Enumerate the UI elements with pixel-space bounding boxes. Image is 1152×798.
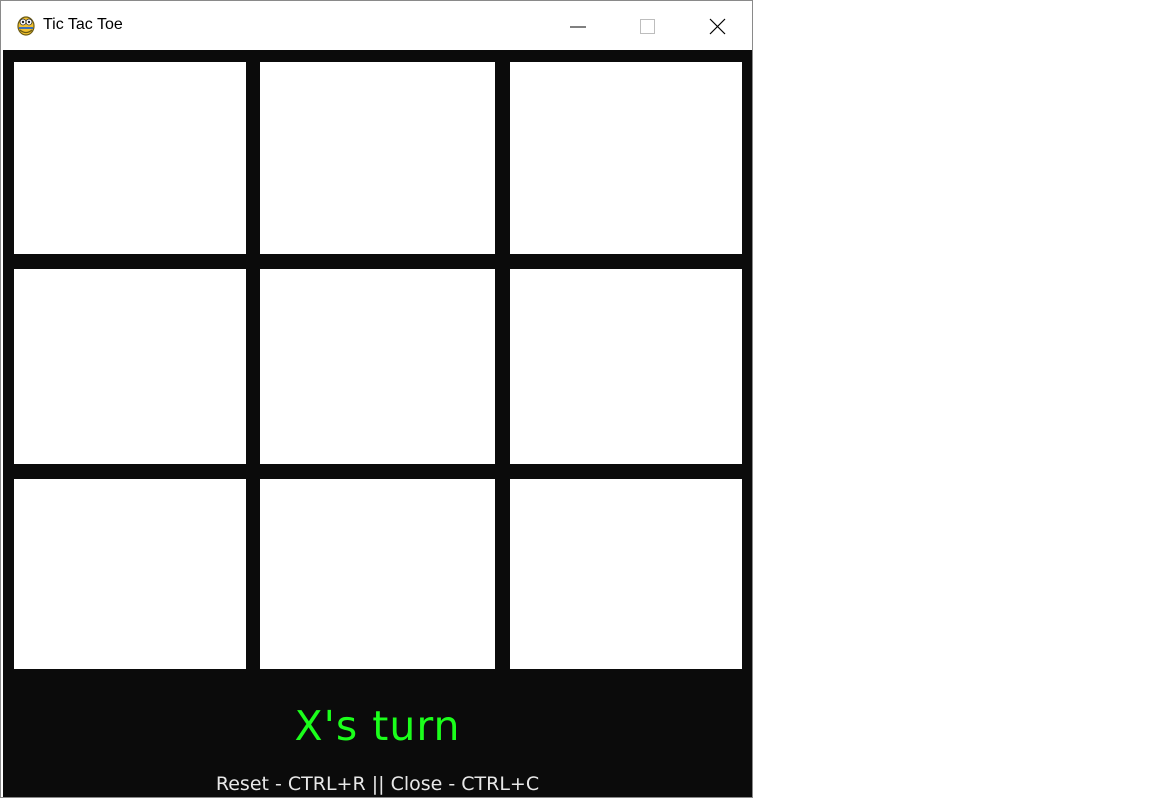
board-cell-1-0[interactable] <box>14 269 246 464</box>
board-cell-2-1[interactable] <box>260 479 495 669</box>
maximize-button[interactable] <box>623 1 669 50</box>
board-cell-1-2[interactable] <box>510 269 742 464</box>
board-cell-2-0[interactable] <box>14 479 246 669</box>
board-cell-0-1[interactable] <box>260 62 495 254</box>
controls-hint: Reset - CTRL+R || Close - CTRL+C <box>215 773 540 795</box>
board-cell-1-1[interactable] <box>260 269 495 464</box>
title-bar[interactable]: Tic Tac Toe <box>1 1 752 50</box>
minimize-button[interactable] <box>554 1 600 50</box>
app-window: Tic Tac Toe X's turn Reset - CTRL+R || C… <box>0 0 753 798</box>
window-title: Tic Tac Toe <box>43 16 123 33</box>
game-surface: X's turn Reset - CTRL+R || Close - CTRL+… <box>3 50 752 797</box>
board-cell-0-0[interactable] <box>14 62 246 254</box>
board-cell-0-2[interactable] <box>510 62 742 254</box>
maximize-icon <box>640 19 655 34</box>
turn-status: X's turn <box>294 702 461 750</box>
pygame-snake-icon <box>15 13 37 37</box>
close-button[interactable] <box>694 1 740 50</box>
board-cell-2-2[interactable] <box>510 479 742 669</box>
close-icon <box>709 18 726 35</box>
minimize-icon <box>570 26 586 28</box>
